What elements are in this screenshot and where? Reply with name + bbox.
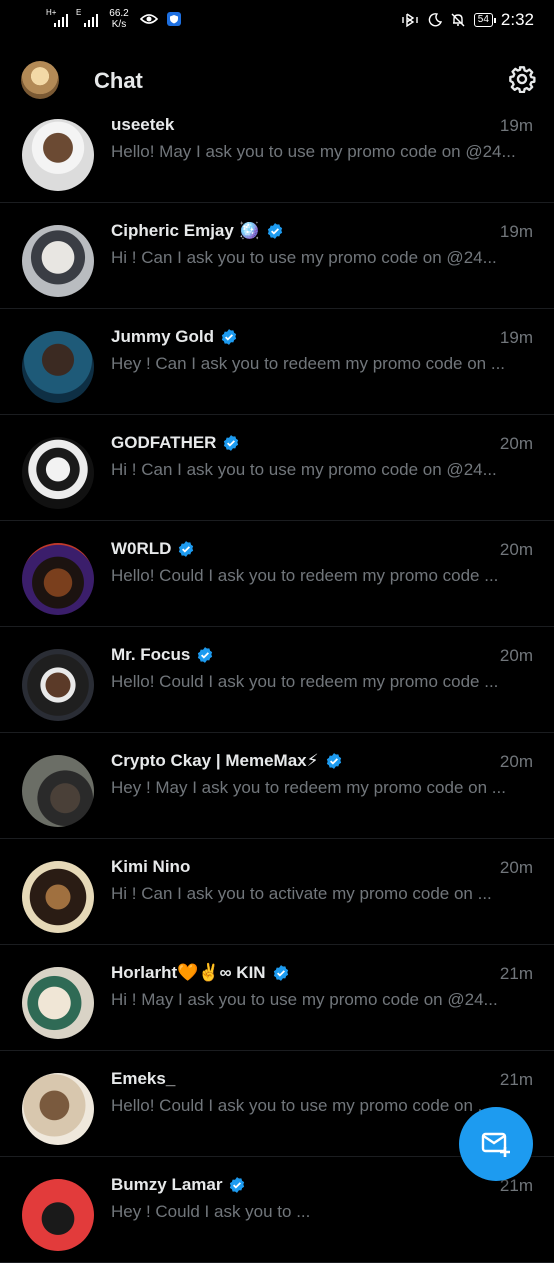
top-app-bar: Chat <box>0 48 554 116</box>
conversation-list: useetek 19m Hello! May I ask you to use … <box>0 97 554 1263</box>
avatar <box>22 755 94 827</box>
message-preview: Hello! Could I ask you to redeem my prom… <box>111 566 499 585</box>
sender-name: Bumzy Lamar <box>111 1175 246 1195</box>
eye-icon <box>140 14 158 24</box>
conversation-row[interactable]: Bumzy Lamar 21m Hey ! Could I ask you to… <box>0 1157 554 1263</box>
verified-badge-icon <box>224 435 239 451</box>
clock: 2:32 <box>500 10 534 29</box>
avatar <box>22 1179 94 1251</box>
verified-badge-icon <box>273 965 288 981</box>
sender-name: Kimi Nino <box>111 857 191 876</box>
avatar <box>22 331 94 403</box>
avatar <box>22 967 94 1039</box>
verified-badge-icon <box>267 223 282 239</box>
conversation-row[interactable]: GODFATHER 20m Hi ! Can I ask you to use … <box>0 415 554 521</box>
message-time: 20m <box>499 752 533 771</box>
battery-icon: 54 <box>473 13 497 27</box>
bell-off-icon <box>451 13 465 27</box>
message-preview: Hi ! Can I ask you to use my promo code … <box>111 248 497 267</box>
new-message-icon <box>481 1132 510 1157</box>
avatar <box>22 649 94 721</box>
message-preview: Hey ! May I ask you to redeem my promo c… <box>111 778 506 797</box>
sender-name: Crypto Ckay | MemeMax⚡ <box>111 751 343 771</box>
sender-name: W0RLD <box>111 539 195 559</box>
verified-badge-icon <box>221 329 237 345</box>
message-time: 21m <box>499 964 533 983</box>
message-time: 19m <box>499 116 533 135</box>
sender-name: Horlarht🧡✌️∞ KIN <box>111 963 290 983</box>
message-preview: Hi ! May I ask you to use my promo code … <box>111 990 498 1009</box>
message-time: 20m <box>499 540 533 559</box>
sender-name: useetek <box>111 115 175 134</box>
message-preview: Hello! Could I ask you to use my promo c… <box>111 1096 492 1115</box>
sender-name: Cipheric Emjay 🪩 <box>111 221 284 241</box>
avatar <box>22 861 94 933</box>
profile-avatar[interactable] <box>21 61 59 99</box>
verified-badge-icon <box>230 1177 245 1193</box>
sender-name: Emeks_ <box>111 1069 176 1088</box>
message-time: 21m <box>499 1070 533 1089</box>
avatar <box>22 1073 94 1145</box>
conversation-row[interactable]: Kimi Nino 20m Hi ! Can I ask you to acti… <box>0 839 554 945</box>
page-title: Chat <box>94 68 143 93</box>
verified-badge-icon <box>326 753 341 769</box>
moon-icon <box>428 13 442 27</box>
cellular-signal-icon: H+ <box>46 9 68 27</box>
sender-name: Mr. Focus <box>111 645 214 665</box>
message-preview: Hey ! Can I ask you to redeem my promo c… <box>111 354 506 373</box>
shield-icon <box>167 12 181 26</box>
message-preview: Hey ! Could I ask you to ... <box>111 1202 311 1221</box>
verified-badge-icon <box>198 647 213 663</box>
avatar <box>22 543 94 615</box>
cellular-signal-icon-2: E <box>76 9 98 27</box>
verified-badge-icon <box>179 541 194 557</box>
avatar <box>22 119 94 191</box>
gear-icon[interactable] <box>508 65 536 93</box>
conversation-row[interactable]: Horlarht🧡✌️∞ KIN 21m Hi ! May I ask you … <box>0 945 554 1051</box>
avatar <box>22 437 94 509</box>
message-preview: Hello! May I ask you to use my promo cod… <box>111 142 516 161</box>
message-preview: Hi ! Can I ask you to activate my promo … <box>111 884 492 903</box>
sender-name: Jummy Gold <box>111 327 238 347</box>
message-time: 20m <box>499 858 533 877</box>
message-time: 19m <box>499 328 533 347</box>
message-preview: Hello! Could I ask you to redeem my prom… <box>111 672 499 691</box>
message-time: 19m <box>499 222 533 241</box>
avatar <box>22 225 94 297</box>
conversation-row[interactable]: W0RLD 20m Hello! Could I ask you to rede… <box>0 521 554 627</box>
conversation-row[interactable]: Jummy Gold 19m Hey ! Can I ask you to re… <box>0 309 554 415</box>
network-speed: 66.2 K/s <box>109 8 129 30</box>
message-time: 20m <box>499 646 533 665</box>
status-bar: H+ E 66.2 K/s 54 2:32 <box>0 0 554 44</box>
message-preview: Hi ! Can I ask you to use my promo code … <box>111 460 497 479</box>
conversation-row[interactable]: Crypto Ckay | MemeMax⚡ 20m Hey ! May I a… <box>0 733 554 839</box>
conversation-row[interactable]: Cipheric Emjay 🪩 19m Hi ! Can I ask you … <box>0 203 554 309</box>
sender-name: GODFATHER <box>111 433 240 453</box>
new-message-button[interactable] <box>459 1107 533 1181</box>
bluetooth-vibrate-icon <box>402 13 418 28</box>
message-time: 20m <box>499 434 533 453</box>
conversation-row[interactable]: Mr. Focus 20m Hello! Could I ask you to … <box>0 627 554 733</box>
